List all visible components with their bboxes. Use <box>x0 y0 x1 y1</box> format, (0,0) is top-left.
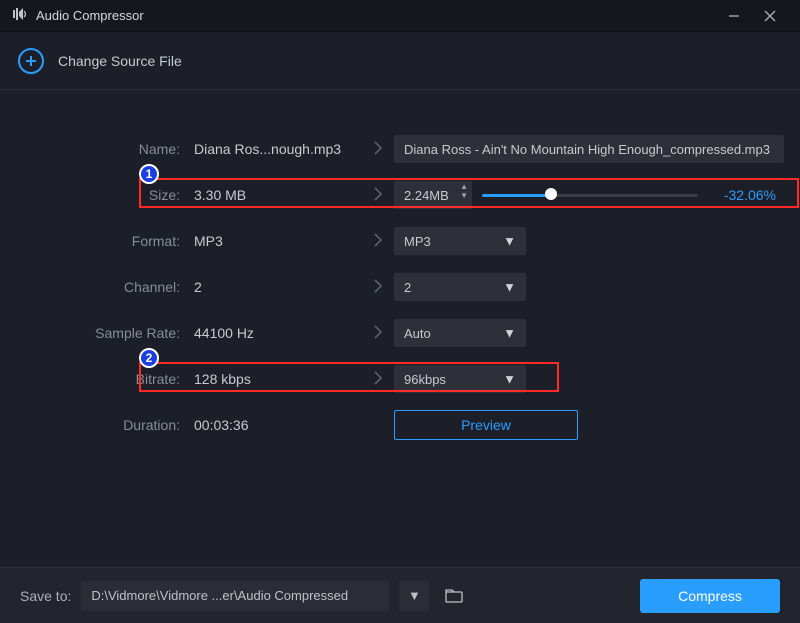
change-source-label[interactable]: Change Source File <box>58 53 182 69</box>
sample-rate-label: Sample Rate: <box>24 325 194 341</box>
bitrate-dropdown[interactable]: 96kbps ▼ <box>394 365 526 393</box>
save-to-label: Save to: <box>20 588 71 604</box>
name-label: Name: <box>24 141 194 157</box>
format-dropdown[interactable]: MP3 ▼ <box>394 227 526 255</box>
size-slider[interactable] <box>482 192 698 198</box>
open-folder-button[interactable] <box>439 581 469 611</box>
sample-rate-target: Auto <box>404 326 431 341</box>
chevron-down-icon: ▼ <box>408 588 421 603</box>
preview-button[interactable]: Preview <box>394 410 578 440</box>
chevron-right-icon <box>374 187 394 204</box>
bitrate-target: 96kbps <box>404 372 446 387</box>
chevron-down-icon: ▼ <box>503 280 516 295</box>
row-size: Size: 3.30 MB 2.24MB ▲▼ -32.06% 1 <box>24 172 776 218</box>
bitrate-value: 128 kbps <box>194 371 374 387</box>
bitrate-label: Bitrate: <box>24 371 194 387</box>
duration-value: 00:03:36 <box>194 417 374 433</box>
app-icon <box>12 6 28 25</box>
footer: Save to: D:\Vidmore\Vidmore ...er\Audio … <box>0 567 800 623</box>
folder-icon <box>445 589 463 603</box>
chevron-right-icon <box>374 141 394 158</box>
titlebar: Audio Compressor <box>0 0 800 32</box>
minimize-button[interactable] <box>716 0 752 32</box>
sample-rate-value: 44100 Hz <box>194 325 374 341</box>
chevron-right-icon <box>374 233 394 250</box>
save-path-dropdown[interactable]: ▼ <box>399 581 429 611</box>
app-title: Audio Compressor <box>36 8 716 23</box>
add-source-icon[interactable] <box>18 48 44 74</box>
save-path-field[interactable]: D:\Vidmore\Vidmore ...er\Audio Compresse… <box>81 581 389 611</box>
sample-rate-dropdown[interactable]: Auto ▼ <box>394 319 526 347</box>
size-percent: -32.06% <box>708 187 776 203</box>
output-name-field[interactable]: Diana Ross - Ain't No Mountain High Enou… <box>394 135 784 163</box>
name-value: Diana Ros...nough.mp3 <box>194 141 374 157</box>
slider-fill <box>482 194 551 197</box>
preview-label: Preview <box>461 417 511 433</box>
row-name: Name: Diana Ros...nough.mp3 Diana Ross -… <box>24 126 776 172</box>
row-format: Format: MP3 MP3 ▼ <box>24 218 776 264</box>
size-label: Size: <box>24 187 194 203</box>
chevron-right-icon <box>374 279 394 296</box>
channel-target: 2 <box>404 280 411 295</box>
chevron-right-icon <box>374 371 394 388</box>
duration-label: Duration: <box>24 417 194 433</box>
target-size-value: 2.24MB <box>404 188 449 203</box>
annotation-badge-2: 2 <box>139 348 159 368</box>
size-value: 3.30 MB <box>194 187 374 203</box>
chevron-right-icon <box>374 325 394 342</box>
source-bar: Change Source File <box>0 32 800 90</box>
row-channel: Channel: 2 2 ▼ <box>24 264 776 310</box>
close-button[interactable] <box>752 0 788 32</box>
target-size-spinner[interactable]: 2.24MB ▲▼ <box>394 181 472 209</box>
format-value: MP3 <box>194 233 374 249</box>
chevron-down-icon: ▼ <box>503 372 516 387</box>
compress-label: Compress <box>678 588 742 604</box>
row-sample-rate: Sample Rate: 44100 Hz Auto ▼ <box>24 310 776 356</box>
channel-value: 2 <box>194 279 374 295</box>
channel-dropdown[interactable]: 2 ▼ <box>394 273 526 301</box>
output-name-value: Diana Ross - Ain't No Mountain High Enou… <box>404 142 770 157</box>
format-label: Format: <box>24 233 194 249</box>
save-path-value: D:\Vidmore\Vidmore ...er\Audio Compresse… <box>91 588 348 603</box>
channel-label: Channel: <box>24 279 194 295</box>
compress-button[interactable]: Compress <box>640 579 780 613</box>
row-bitrate: Bitrate: 128 kbps 96kbps ▼ 2 <box>24 356 776 402</box>
spinner-arrows-icon[interactable]: ▲▼ <box>460 183 468 199</box>
row-duration: Duration: 00:03:36 Preview <box>24 402 776 448</box>
main-panel: Name: Diana Ros...nough.mp3 Diana Ross -… <box>0 90 800 448</box>
format-target: MP3 <box>404 234 431 249</box>
chevron-down-icon: ▼ <box>503 326 516 341</box>
chevron-down-icon: ▼ <box>503 234 516 249</box>
annotation-badge-1: 1 <box>139 164 159 184</box>
slider-thumb[interactable] <box>545 188 557 200</box>
